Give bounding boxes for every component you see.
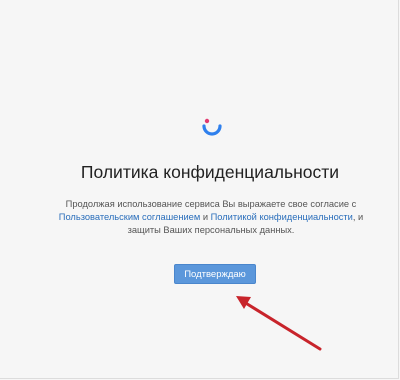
consent-text: Продолжая использование сервиса Вы выраж…: [40, 198, 382, 237]
page-title: Политика конфиденциальности: [80, 162, 340, 182]
user-agreement-link[interactable]: Пользовательским соглашением: [59, 212, 200, 222]
consent-text-line3: защиты Ваших персональных данных.: [127, 225, 295, 235]
consent-text-suffix: , и: [352, 212, 364, 222]
privacy-policy-link[interactable]: Политикой конфиденциальности: [211, 212, 353, 222]
confirm-button[interactable]: Подтверждаю: [174, 264, 256, 284]
smile-logo-icon: [202, 118, 222, 136]
red-arrow-icon: [236, 296, 322, 351]
consent-text-line1: Продолжая использование сервиса Вы выраж…: [65, 199, 357, 209]
consent-text-conjunction: и: [202, 212, 209, 222]
privacy-policy-dialog: Политика конфиденциальности Продолжая ис…: [0, 0, 400, 380]
